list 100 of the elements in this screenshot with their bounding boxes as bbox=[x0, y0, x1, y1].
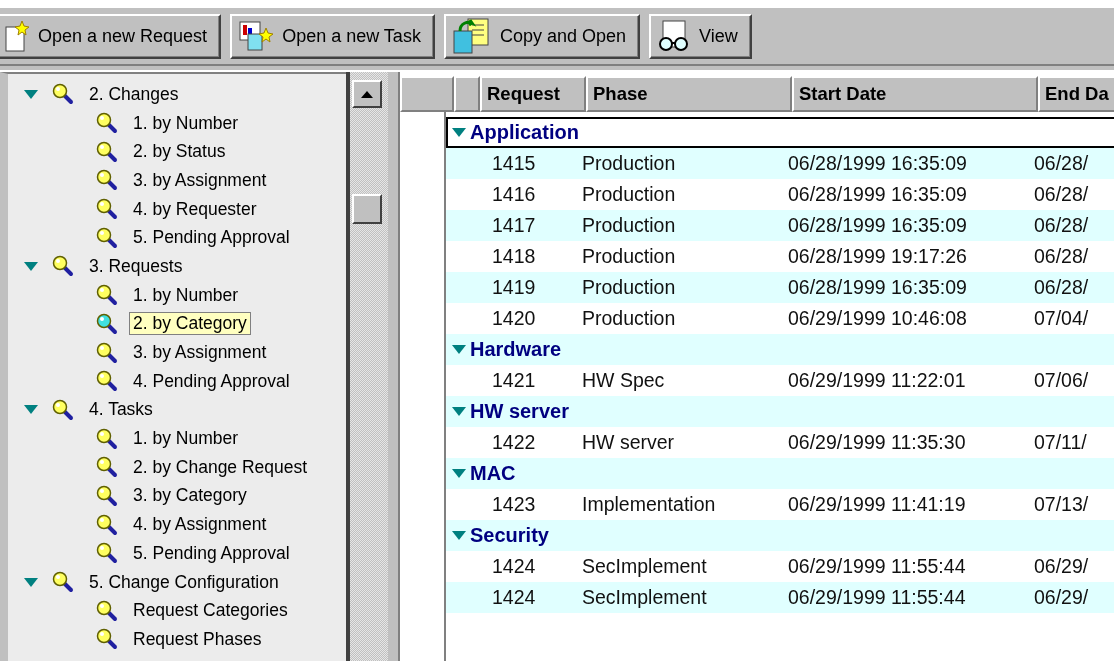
magnifier-icon bbox=[96, 542, 118, 565]
magnifier-icon bbox=[52, 83, 74, 106]
table-row[interactable]: 1415 Production 06/28/1999 16:35:09 06/28/ bbox=[446, 148, 1114, 179]
column-header[interactable]: Start Date bbox=[792, 76, 1038, 112]
tree-item[interactable]: Request Categories bbox=[8, 596, 346, 626]
new-task-icon bbox=[238, 20, 275, 52]
caret-icon[interactable] bbox=[24, 577, 38, 587]
magnifier-icon bbox=[96, 341, 118, 364]
caret-icon[interactable] bbox=[24, 89, 38, 99]
table-cell-text: 1422 bbox=[491, 431, 537, 454]
tree-item[interactable]: 3. Requests bbox=[8, 252, 346, 281]
column-header[interactable]: Request bbox=[480, 76, 586, 112]
caret-icon[interactable] bbox=[452, 531, 466, 540]
tree-label: 2. by Category bbox=[130, 313, 250, 335]
table-cell-text: 07/13/ bbox=[1034, 493, 1090, 516]
scroll-thumb[interactable] bbox=[352, 194, 382, 224]
magnifier-icon bbox=[96, 427, 118, 450]
toolbar-button[interactable]: Copy and Open bbox=[443, 13, 640, 59]
magnifier-icon bbox=[96, 599, 118, 622]
tree-item[interactable]: 5. Pending Approval bbox=[8, 223, 346, 253]
tree-item[interactable]: 4. by Assignment bbox=[8, 510, 346, 539]
group-row[interactable]: Hardware bbox=[446, 334, 1114, 365]
table-cell-text: 1423 bbox=[491, 493, 537, 516]
tree-item[interactable]: 2. by Category bbox=[8, 309, 346, 339]
table-cell-text: Production bbox=[582, 307, 677, 330]
copy-documents-icon bbox=[451, 17, 492, 55]
tree-label: 1. by Number bbox=[132, 284, 240, 306]
table-cell-text: 1424 bbox=[491, 586, 537, 609]
tree-item[interactable]: 5. Change Configuration bbox=[8, 567, 346, 597]
table-row[interactable]: 1424 SecImplement 06/29/1999 11:55:44 06/29/ bbox=[446, 582, 1114, 613]
caret-icon[interactable] bbox=[24, 261, 38, 271]
tree-item[interactable]: 4. Tasks bbox=[8, 395, 346, 425]
tree-item[interactable]: 2. Changes bbox=[8, 80, 346, 109]
magnifier-icon bbox=[96, 628, 118, 651]
group-row[interactable]: HW server bbox=[446, 396, 1114, 427]
tree-item[interactable]: 3. by Assignment bbox=[8, 338, 346, 367]
caret-icon[interactable] bbox=[452, 407, 466, 416]
table-cell-text: 1415 bbox=[491, 152, 537, 175]
table-cell-text: 1424 bbox=[491, 555, 537, 578]
magnifier-icon bbox=[96, 112, 118, 135]
tree-item[interactable]: 1. by Number bbox=[8, 280, 346, 310]
column-header[interactable]: Phase bbox=[586, 76, 792, 112]
tree-label: 1. by Number bbox=[132, 112, 240, 134]
caret-icon[interactable] bbox=[452, 128, 466, 137]
table-cell-text: 06/28/1999 16:35:09 bbox=[788, 152, 968, 175]
tree-item[interactable]: 5. Pending Approval bbox=[8, 539, 346, 568]
table-cell-text: 06/28/ bbox=[1034, 183, 1090, 206]
magnifier-icon bbox=[96, 484, 118, 507]
group-name: Application bbox=[470, 121, 579, 144]
table-cell-text: 06/28/1999 16:35:09 bbox=[788, 183, 968, 206]
caret-icon[interactable] bbox=[452, 345, 466, 354]
group-row[interactable]: Application bbox=[446, 117, 1114, 148]
magnifier-icon bbox=[96, 140, 118, 163]
magnifier-icon bbox=[96, 284, 118, 307]
table-cell-text: 06/29/ bbox=[1034, 555, 1090, 578]
magnifier-icon bbox=[52, 255, 74, 278]
group-row[interactable]: MAC bbox=[446, 458, 1114, 489]
tree-item[interactable]: 2. by Status bbox=[8, 137, 346, 167]
toolbar-button[interactable]: Open a new Task bbox=[230, 13, 435, 59]
tree-item[interactable]: 1. by Number bbox=[8, 108, 346, 138]
tree-label: 3. Requests bbox=[88, 255, 184, 277]
caret-icon[interactable] bbox=[452, 469, 466, 478]
magnifier-icon bbox=[96, 226, 118, 249]
table-cell-text: Production bbox=[582, 245, 677, 268]
group-name: HW server bbox=[470, 400, 569, 423]
tree-label: 5. Change Configuration bbox=[88, 571, 280, 593]
table-cell-text: 06/29/1999 11:55:44 bbox=[788, 586, 967, 609]
table-row[interactable]: 1419 Production 06/28/1999 16:35:09 06/28/ bbox=[446, 272, 1114, 303]
tree-item[interactable]: 3. by Assignment bbox=[8, 166, 346, 195]
table-cell-text: 1417 bbox=[491, 214, 537, 237]
tree-label: 2. Changes bbox=[88, 83, 180, 105]
scrollbar[interactable] bbox=[346, 72, 388, 661]
table-cell-text: 1418 bbox=[491, 245, 537, 268]
table-cell-text: 06/28/1999 16:35:09 bbox=[788, 276, 968, 299]
table-cell-text: 06/28/1999 19:17:26 bbox=[788, 245, 968, 268]
magnifier-icon bbox=[96, 169, 118, 192]
scroll-up-button[interactable] bbox=[352, 80, 382, 108]
tree-item[interactable]: 2. by Change Request bbox=[8, 452, 346, 482]
caret-icon[interactable] bbox=[24, 405, 38, 415]
column-header[interactable]: End Da bbox=[1038, 76, 1114, 112]
tree-label: 4. by Requester bbox=[132, 198, 258, 220]
group-row[interactable]: Security bbox=[446, 520, 1114, 551]
table-cell-text: 06/29/1999 11:35:30 bbox=[788, 431, 967, 454]
tree-item[interactable]: 1. by Number bbox=[8, 424, 346, 453]
tree-item[interactable]: 4. by Requester bbox=[8, 194, 346, 224]
group-name: MAC bbox=[470, 462, 516, 485]
tree-item[interactable]: 4. Pending Approval bbox=[8, 366, 346, 396]
table-cell-text: Implementation bbox=[582, 493, 717, 516]
group-name: Hardware bbox=[470, 338, 562, 361]
magnifier-icon bbox=[96, 198, 118, 221]
table-row[interactable]: 1417 Production 06/28/1999 16:35:09 06/28/ bbox=[446, 210, 1114, 241]
tree-item[interactable]: Request Phases bbox=[8, 625, 346, 654]
tree-label: 3. by Category bbox=[132, 485, 248, 507]
table-cell-text: 06/28/ bbox=[1034, 245, 1090, 268]
toolbar-button[interactable]: Open a new Request bbox=[0, 13, 222, 59]
tree-item[interactable]: 3. by Category bbox=[8, 481, 346, 511]
magnifier-icon bbox=[96, 456, 118, 479]
table-cell-text: 1420 bbox=[491, 307, 537, 330]
magnifier-icon bbox=[96, 312, 118, 335]
toolbar-button[interactable]: View bbox=[649, 13, 752, 59]
